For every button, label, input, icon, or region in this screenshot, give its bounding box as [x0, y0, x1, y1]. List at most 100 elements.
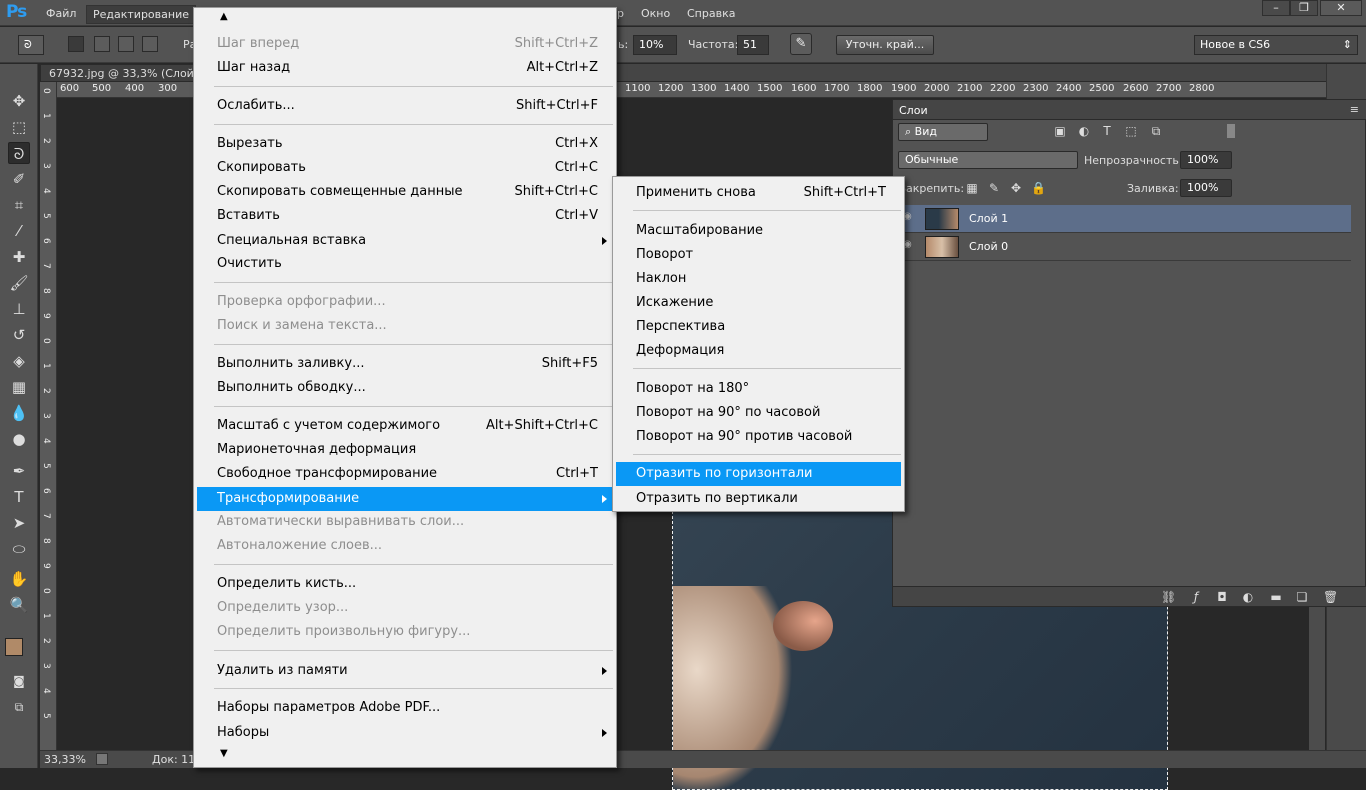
- blend-mode-select[interactable]: Обычные: [898, 151, 1078, 169]
- frequency-input[interactable]: 51: [737, 35, 769, 55]
- edit-menu-item[interactable]: Определить кисть...: [197, 572, 613, 596]
- fx-icon[interactable]: ƒ: [1189, 590, 1203, 604]
- filter-shape-icon[interactable]: ⬚: [1124, 124, 1138, 138]
- pressure-pen-icon[interactable]: ✎: [790, 33, 812, 55]
- move-tool-icon[interactable]: ✥: [8, 90, 30, 112]
- edit-menu-item[interactable]: Шаг назад Alt+Ctrl+Z: [197, 56, 613, 80]
- foreground-color-swatch[interactable]: [5, 638, 23, 656]
- panel-menu-icon[interactable]: ≡: [1350, 103, 1359, 116]
- history-brush-icon[interactable]: ↺: [8, 324, 30, 346]
- scroll-down-arrow-icon[interactable]: ▼: [220, 748, 228, 759]
- edit-menu-item[interactable]: Наборы параметров Adobe PDF...: [197, 696, 613, 720]
- lock-position-icon[interactable]: ✥: [1009, 181, 1023, 195]
- adjustment-layer-icon[interactable]: ◐: [1241, 590, 1255, 604]
- menu-help[interactable]: Справка: [687, 7, 735, 20]
- transform-submenu-item[interactable]: Поворот: [616, 243, 901, 267]
- screen-mode-icon[interactable]: ⧉: [8, 696, 30, 718]
- filter-toggle-icon[interactable]: [1227, 124, 1235, 138]
- edit-menu-item[interactable]: Трансформирование: [197, 487, 613, 511]
- edit-menu-item[interactable]: Вырезать Ctrl+X: [197, 132, 613, 156]
- marquee-tool-icon[interactable]: ⬚: [8, 116, 30, 138]
- new-group-icon[interactable]: ▬: [1269, 590, 1283, 604]
- stamp-tool-icon[interactable]: ⊥: [8, 298, 30, 320]
- edit-menu-item[interactable]: Вставить Ctrl+V: [197, 204, 613, 228]
- ellipse-tool-icon[interactable]: ⬭: [8, 538, 30, 560]
- close-window-button[interactable]: ✕: [1320, 0, 1362, 16]
- filter-smart-object-icon[interactable]: ⧉: [1149, 124, 1163, 138]
- delete-layer-icon[interactable]: 🗑: [1323, 590, 1338, 604]
- edit-menu-item[interactable]: Ослабить... Shift+Ctrl+F: [197, 94, 613, 118]
- filter-pixel-icon[interactable]: ▣: [1053, 124, 1067, 138]
- menu-window[interactable]: Окно: [641, 7, 670, 20]
- fill-input[interactable]: 100%: [1180, 179, 1232, 197]
- filter-adjustment-icon[interactable]: ◐: [1077, 124, 1091, 138]
- edit-menu-item[interactable]: Наборы: [197, 721, 613, 745]
- edit-menu-item[interactable]: Скопировать совмещенные данные Shift+Ctrl…: [197, 180, 613, 204]
- crop-tool-icon[interactable]: ⌗: [8, 194, 30, 216]
- quick-select-tool-icon[interactable]: ✐: [8, 168, 30, 190]
- transform-submenu-item[interactable]: Деформация: [616, 339, 901, 363]
- layer-row[interactable]: ◉ Слой 0: [893, 233, 1351, 261]
- zoom-level[interactable]: 33,33%: [44, 753, 86, 766]
- eraser-tool-icon[interactable]: ◈: [8, 350, 30, 372]
- transform-submenu-item[interactable]: Поворот на 90° против часовой: [616, 425, 901, 449]
- transform-submenu-item[interactable]: Отразить по горизонтали: [616, 462, 901, 486]
- edit-menu-item[interactable]: Скопировать Ctrl+C: [197, 156, 613, 180]
- add-selection-icon[interactable]: [94, 36, 110, 52]
- status-info-icon[interactable]: [96, 753, 108, 765]
- menu-filter-partial[interactable]: р: [617, 7, 624, 20]
- menu-file[interactable]: Файл: [46, 7, 76, 20]
- transform-submenu-item[interactable]: Масштабирование: [616, 219, 901, 243]
- blur-tool-icon[interactable]: 💧: [8, 402, 30, 424]
- minimize-button[interactable]: –: [1262, 0, 1290, 16]
- layer-filter-select[interactable]: ⌕ Вид: [898, 123, 988, 141]
- gradient-tool-icon[interactable]: ▦: [8, 376, 30, 398]
- lasso-tool-icon[interactable]: ᘐ: [8, 142, 30, 164]
- workspace-select[interactable]: Новое в CS6 ⇕: [1194, 35, 1358, 55]
- layers-panel-title[interactable]: Слои: [899, 104, 928, 117]
- tool-preset-picker[interactable]: ᘐ: [18, 35, 44, 55]
- quick-mask-icon[interactable]: ◙: [8, 670, 30, 692]
- add-mask-icon[interactable]: ◘: [1215, 590, 1229, 604]
- type-tool-icon[interactable]: T: [8, 486, 30, 508]
- transform-submenu-item[interactable]: Наклон: [616, 267, 901, 291]
- path-select-icon[interactable]: ➤: [8, 512, 30, 534]
- transform-submenu-item[interactable]: Применить снова Shift+Ctrl+T: [616, 181, 901, 205]
- subtract-selection-icon[interactable]: [118, 36, 134, 52]
- edit-menu-item[interactable]: Выполнить обводку...: [197, 376, 613, 400]
- transform-submenu-item[interactable]: Отразить по вертикали: [616, 487, 901, 511]
- hand-tool-icon[interactable]: ✋: [8, 568, 30, 590]
- edit-menu-item[interactable]: Выполнить заливку... Shift+F5: [197, 352, 613, 376]
- brush-tool-icon[interactable]: 🖌: [8, 272, 30, 294]
- lock-transparent-icon[interactable]: ▦: [965, 181, 979, 195]
- filter-type-icon[interactable]: T: [1100, 124, 1114, 138]
- edit-menu-item[interactable]: Очистить: [197, 252, 613, 276]
- eyedropper-tool-icon[interactable]: ⁄: [8, 220, 30, 242]
- scroll-up-arrow-icon[interactable]: ▲: [220, 11, 228, 22]
- transform-submenu-item[interactable]: Перспектива: [616, 315, 901, 339]
- pen-tool-icon[interactable]: ✒: [8, 460, 30, 482]
- edit-menu-item[interactable]: Специальная вставка: [197, 229, 613, 253]
- lock-all-icon[interactable]: 🔒: [1031, 181, 1046, 195]
- edit-menu-item[interactable]: Марионеточная деформация: [197, 438, 613, 462]
- lock-paint-icon[interactable]: ✎: [987, 181, 1001, 195]
- transform-submenu-item[interactable]: Поворот на 90° по часовой: [616, 401, 901, 425]
- opacity-input[interactable]: 100%: [1180, 151, 1232, 169]
- edit-menu-item[interactable]: Свободное трансформирование Ctrl+T: [197, 462, 613, 486]
- transform-submenu-item[interactable]: Поворот на 180°: [616, 377, 901, 401]
- menu-edit[interactable]: Редактирование: [86, 5, 196, 24]
- edit-menu-item[interactable]: Удалить из памяти: [197, 659, 613, 683]
- new-selection-icon[interactable]: [68, 36, 84, 52]
- edit-menu-item[interactable]: Масштаб с учетом содержимого Alt+Shift+Ct…: [197, 414, 613, 438]
- width-input[interactable]: 10%: [633, 35, 677, 55]
- dodge-tool-icon[interactable]: ●: [8, 428, 30, 450]
- intersect-selection-icon[interactable]: [142, 36, 158, 52]
- restore-button[interactable]: ❐: [1290, 0, 1318, 16]
- layer-row[interactable]: ◉ Слой 1: [893, 205, 1351, 233]
- transform-submenu-item[interactable]: Искажение: [616, 291, 901, 315]
- healing-brush-icon[interactable]: ✚: [8, 246, 30, 268]
- new-layer-icon[interactable]: ❏: [1295, 590, 1309, 604]
- document-tab[interactable]: 67932.jpg @ 33,3% (Слой: [40, 64, 200, 82]
- refine-edge-button[interactable]: Уточн. край...: [836, 35, 934, 55]
- link-layers-icon[interactable]: ⛓: [1161, 590, 1176, 604]
